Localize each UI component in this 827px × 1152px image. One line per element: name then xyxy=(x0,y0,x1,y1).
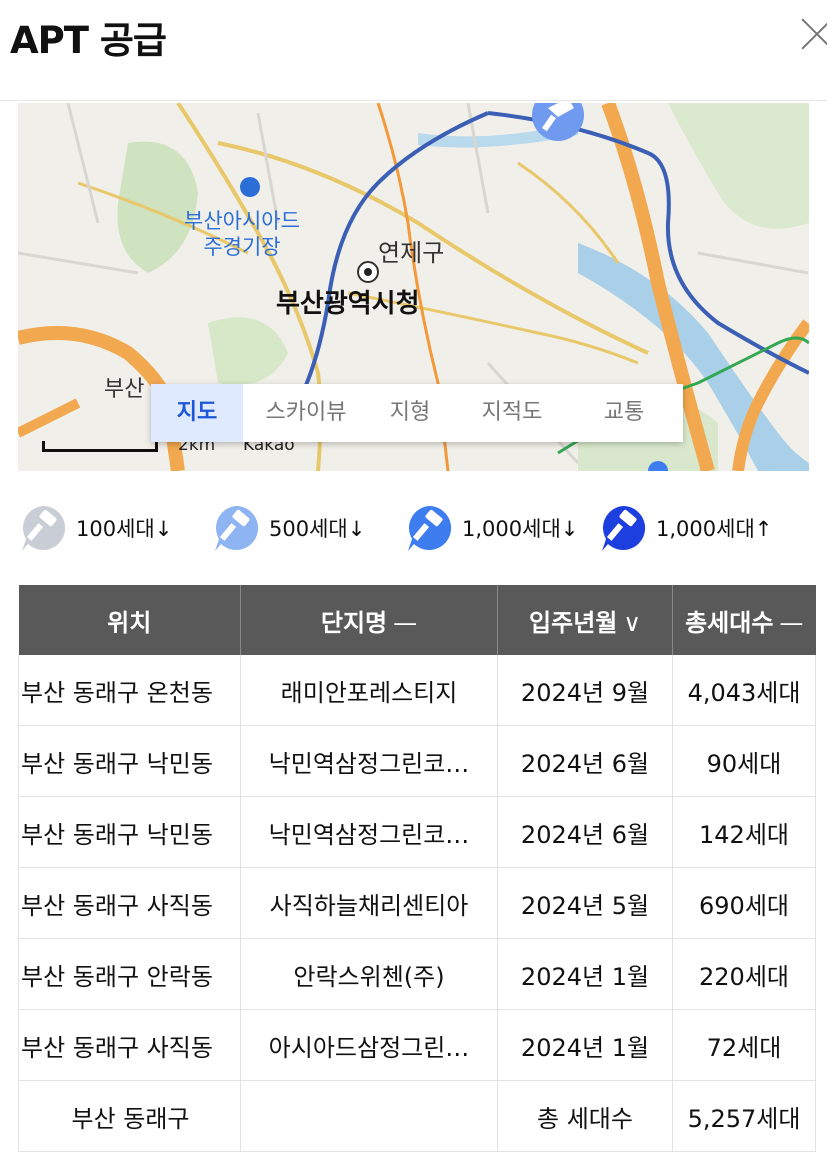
legend-label: 100세대↓ xyxy=(76,517,173,541)
cell-complex-name: 래미안포레스티지 xyxy=(240,655,498,726)
map-view[interactable]: 부산아시아드 주경기장 연제구 부산광역시청 부산 2km Kakao 지도 스… xyxy=(18,103,809,471)
map-scale-bar xyxy=(42,441,158,452)
cell-complex-name: 아시아드삼정그린… xyxy=(240,1009,498,1081)
column-header-label: 단지명 xyxy=(320,608,388,637)
table-row[interactable]: 부산 동래구 온천동 래미안포레스티지 2024년 9월 4,043세대 xyxy=(18,655,816,726)
map-label-asiad[interactable]: 부산아시아드 주경기장 xyxy=(184,208,300,260)
cell-move-in-date: 2024년 6월 xyxy=(497,725,673,797)
tab-traffic[interactable]: 교통 xyxy=(573,384,675,442)
cell-complex-name: 낙민역삼정그린코… xyxy=(240,796,498,868)
header: APT 공급 xyxy=(0,0,827,101)
table-total-row: 부산 동래구 총 세대수 5,257세대 xyxy=(18,1080,816,1152)
map-type-tabs: 지도 스카이뷰 지형 지적도 교통 xyxy=(151,384,683,442)
table-row[interactable]: 부산 동래구 사직동 사직하늘채리센티아 2024년 5월 690세대 xyxy=(18,867,816,939)
map-label-asiad-line1: 부산아시아드 xyxy=(184,209,300,233)
hammer-pin-icon xyxy=(211,503,261,553)
hammer-pin-icon xyxy=(598,503,648,553)
total-location: 부산 동래구 xyxy=(18,1080,241,1152)
table-header-row: 위치 단지명 — 입주년월 ∨ 총세대수 — xyxy=(18,585,816,655)
legend-item-500: 500세대↓ xyxy=(211,500,365,556)
table-row[interactable]: 부산 동래구 사직동 아시아드삼정그린… 2024년 1월 72세대 xyxy=(18,1009,816,1081)
total-empty-cell xyxy=(240,1080,498,1152)
map-label-asiad-line2: 주경기장 xyxy=(203,235,281,259)
cell-move-in-date: 2024년 6월 xyxy=(497,796,673,868)
cell-location: 부산 동래구 낙민동 xyxy=(18,725,241,797)
sort-neutral-icon: — xyxy=(393,608,418,637)
cell-move-in-date: 2024년 5월 xyxy=(497,867,673,939)
column-header-label: 입주년월 xyxy=(529,608,618,637)
cell-move-in-date: 2024년 9월 xyxy=(497,655,673,726)
column-header-complex-name[interactable]: 단지명 — xyxy=(240,585,498,655)
column-header-label: 위치 xyxy=(107,608,152,637)
legend-item-1000-above: 1,000세대↑ xyxy=(598,500,772,556)
map-label-city-hall: 부산광역시청 xyxy=(276,289,420,319)
table-row[interactable]: 부산 동래구 낙민동 낙민역삼정그린코… 2024년 6월 142세대 xyxy=(18,796,816,868)
cell-complex-name: 낙민역삼정그린코… xyxy=(240,725,498,797)
hammer-pin-icon xyxy=(404,503,454,553)
marker-legend: 100세대↓ 500세대↓ 1,000세대↓ 1,000세대↑ xyxy=(18,500,818,560)
table-row[interactable]: 부산 동래구 낙민동 낙민역삼정그린코… 2024년 6월 90세대 xyxy=(18,725,816,797)
map-label-busan: 부산 xyxy=(104,377,145,402)
cell-households: 4,043세대 xyxy=(672,655,816,726)
hammer-pin-icon xyxy=(18,503,68,553)
map-label-yeonje: 연제구 xyxy=(378,239,445,267)
column-header-location[interactable]: 위치 xyxy=(18,585,241,655)
close-icon[interactable] xyxy=(796,14,827,54)
column-header-move-in-date[interactable]: 입주년월 ∨ xyxy=(497,585,673,655)
cell-complex-name: 안락스위첸(주) xyxy=(240,938,498,1010)
legend-item-1000-below: 1,000세대↓ xyxy=(404,500,578,556)
cell-location: 부산 동래구 낙민동 xyxy=(18,796,241,868)
city-hall-marker-icon[interactable] xyxy=(357,261,379,283)
cell-households: 90세대 xyxy=(672,725,816,797)
page-title: APT 공급 xyxy=(10,19,167,62)
tab-cadastral[interactable]: 지적도 xyxy=(451,384,573,442)
tab-skyview[interactable]: 스카이뷰 xyxy=(243,384,369,442)
cell-move-in-date: 2024년 1월 xyxy=(497,1009,673,1081)
legend-label: 1,000세대↑ xyxy=(656,517,773,541)
column-header-households[interactable]: 총세대수 — xyxy=(672,585,816,655)
cell-location: 부산 동래구 안락동 xyxy=(18,938,241,1010)
column-header-label: 총세대수 xyxy=(685,608,774,637)
tab-map[interactable]: 지도 xyxy=(151,384,243,442)
apt-supply-table: 위치 단지명 — 입주년월 ∨ 총세대수 — 부산 동래구 온천동 래미안포레스티지 … xyxy=(18,585,816,1152)
total-households: 5,257세대 xyxy=(672,1080,816,1152)
legend-label: 1,000세대↓ xyxy=(462,517,579,541)
cell-location: 부산 동래구 사직동 xyxy=(18,867,241,939)
cell-location: 부산 동래구 온천동 xyxy=(18,655,241,726)
sort-descending-icon: ∨ xyxy=(623,608,641,637)
legend-item-100: 100세대↓ xyxy=(18,500,172,556)
legend-label: 500세대↓ xyxy=(269,517,366,541)
cell-move-in-date: 2024년 1월 xyxy=(497,938,673,1010)
cell-households: 142세대 xyxy=(672,796,816,868)
cell-households: 220세대 xyxy=(672,938,816,1010)
tab-terrain[interactable]: 지형 xyxy=(369,384,451,442)
cell-households: 72세대 xyxy=(672,1009,816,1081)
sort-neutral-icon: — xyxy=(779,608,804,637)
cell-households: 690세대 xyxy=(672,867,816,939)
total-label: 총 세대수 xyxy=(497,1080,673,1152)
table-row[interactable]: 부산 동래구 안락동 안락스위첸(주) 2024년 1월 220세대 xyxy=(18,938,816,1010)
cell-location: 부산 동래구 사직동 xyxy=(18,1009,241,1081)
cell-complex-name: 사직하늘채리센티아 xyxy=(240,867,498,939)
